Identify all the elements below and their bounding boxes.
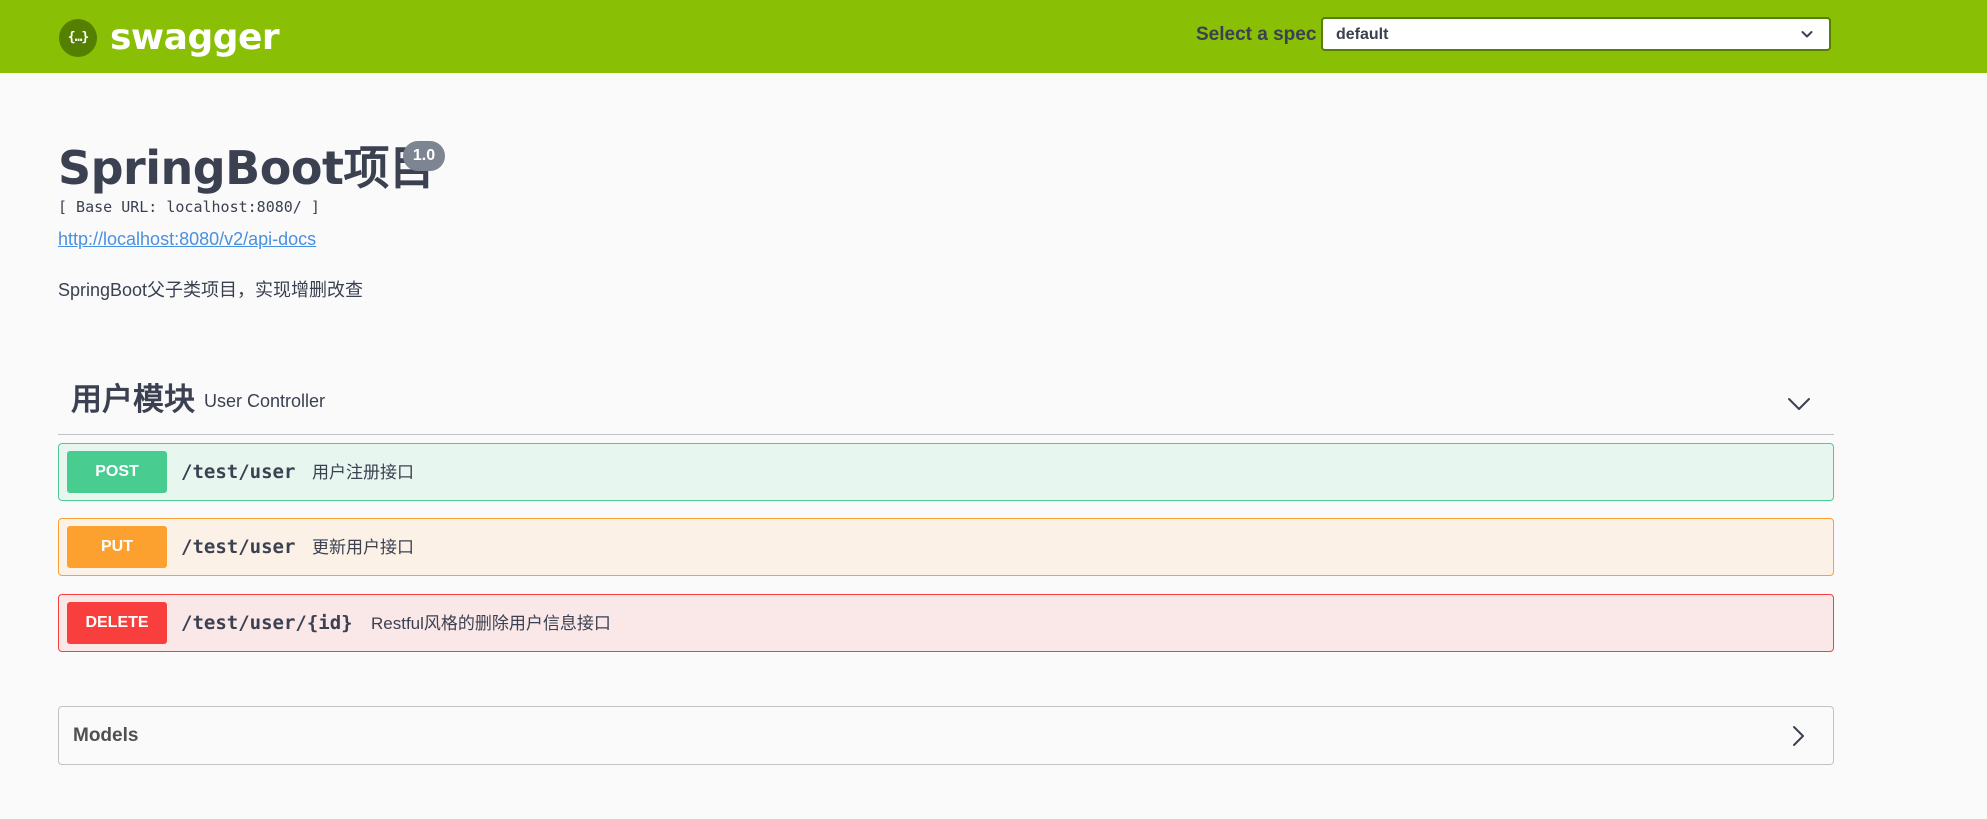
operation-path: /test/user/{id} (181, 612, 353, 634)
topbar: {…} swagger Select a spec default (0, 0, 1987, 73)
operation-post-test-user[interactable]: POST /test/user 用户注册接口 (58, 443, 1834, 501)
operation-summary: 更新用户接口 (312, 538, 414, 557)
operation-put-test-user[interactable]: PUT /test/user 更新用户接口 (58, 518, 1834, 576)
api-docs-link[interactable]: http://localhost:8080/v2/api-docs (58, 228, 316, 250)
api-description: SpringBoot父子类项目，实现增删改查 (58, 280, 364, 300)
tag-section-header[interactable]: 用户模块 User Controller (58, 372, 1834, 435)
version-badge: 1.0 (403, 141, 445, 171)
chevron-down-icon[interactable] (1786, 391, 1812, 417)
spec-select-value: default (1336, 26, 1389, 43)
spec-select-label: Select a spec (1196, 24, 1317, 45)
spec-select[interactable]: default (1321, 17, 1831, 51)
operation-path: /test/user (181, 536, 296, 558)
swagger-logo[interactable]: {…} swagger (59, 17, 280, 58)
chevron-down-icon (1801, 31, 1813, 38)
operation-delete-test-user-id[interactable]: DELETE /test/user/{id} Restful风格的删除用户信息接… (58, 594, 1834, 652)
chevron-right-icon[interactable] (1787, 724, 1809, 748)
base-url: [ Base URL: localhost:8080/ ] (58, 198, 320, 216)
method-badge-post: POST (67, 451, 167, 493)
method-badge-delete: DELETE (67, 602, 167, 644)
models-section[interactable]: Models (58, 706, 1834, 765)
models-title: Models (73, 725, 139, 746)
operation-summary: Restful风格的删除用户信息接口 (371, 614, 611, 633)
tag-name: 用户模块 (71, 382, 195, 417)
tag-description: User Controller (204, 391, 326, 411)
swagger-logo-text: swagger (110, 17, 280, 58)
api-title: SpringBoot项目 (58, 141, 435, 195)
method-badge-put: PUT (67, 526, 167, 568)
operation-path: /test/user (181, 461, 296, 483)
swagger-logo-icon: {…} (59, 18, 97, 57)
operation-summary: 用户注册接口 (312, 463, 414, 482)
